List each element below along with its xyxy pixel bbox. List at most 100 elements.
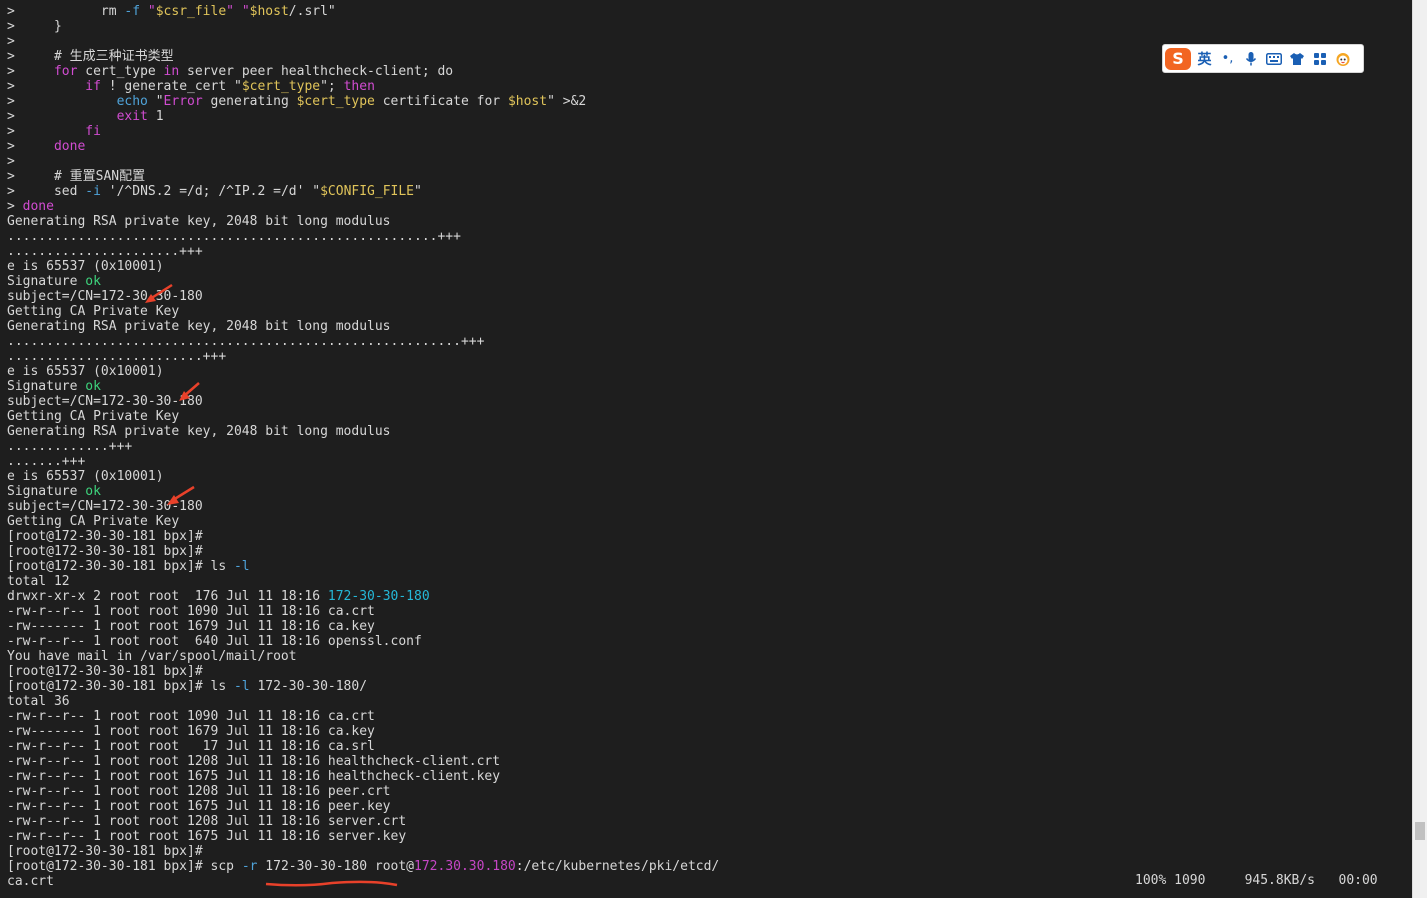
terminal-text: > bbox=[7, 124, 86, 139]
terminal-line: Generating RSA private key, 2048 bit lon… bbox=[7, 424, 719, 439]
terminal-line: total 36 bbox=[7, 694, 719, 709]
terminal-line: e is 65537 (0x10001) bbox=[7, 364, 719, 379]
terminal-text: fi bbox=[85, 124, 101, 139]
terminal-text: -rw-r--r-- 1 root root 1090 Jul 11 18:16… bbox=[7, 604, 375, 619]
terminal-text: " >&2 bbox=[547, 94, 587, 109]
terminal-text: -rw-r--r-- 1 root root 640 Jul 11 18:16 … bbox=[7, 634, 422, 649]
terminal-text: e is 65537 (0x10001) bbox=[7, 364, 164, 379]
terminal-text: -l bbox=[233, 559, 250, 574]
terminal-text: certificate for bbox=[374, 94, 508, 109]
terminal-text: server peer healthcheck-client; do bbox=[179, 64, 454, 79]
terminal-text: > bbox=[7, 64, 54, 79]
terminal-text: subject=/CN=172-30-30-180 bbox=[7, 394, 203, 409]
terminal-line: -rw-r--r-- 1 root root 1208 Jul 11 18:16… bbox=[7, 814, 719, 829]
terminal-line: Getting CA Private Key bbox=[7, 409, 719, 424]
terminal-text: > bbox=[7, 154, 15, 169]
terminal-text: Generating RSA private key, 2048 bit lon… bbox=[7, 424, 391, 439]
terminal-window[interactable]: > rm -f "$csr_file" "$host/.srl" > } > > # … bbox=[0, 0, 1413, 898]
terminal-text: > sed bbox=[7, 184, 86, 199]
terminal-line: [root@172-30-30-181 bpx]# bbox=[7, 544, 719, 559]
ime-toolbar[interactable]: S 英 •, bbox=[1162, 44, 1364, 73]
terminal-text: ok bbox=[85, 274, 101, 289]
terminal-line: Getting CA Private Key bbox=[7, 304, 719, 319]
terminal-text: Generating RSA private key, 2048 bit lon… bbox=[7, 214, 391, 229]
terminal-line: -rw-r--r-- 1 root root 1208 Jul 11 18:16… bbox=[7, 784, 719, 799]
terminal-text: total 12 bbox=[7, 574, 70, 589]
terminal-text: -rw-r--r-- 1 root root 1675 Jul 11 18:16… bbox=[7, 799, 391, 814]
terminal-text: > bbox=[7, 139, 54, 154]
terminal-text: [root@172-30-30-181 bpx]# ls bbox=[7, 679, 234, 694]
terminal-line: -rw-r--r-- 1 root root 1090 Jul 11 18:16… bbox=[7, 604, 719, 619]
terminal-text: ca.crt bbox=[7, 874, 54, 889]
mascot-icon[interactable] bbox=[1331, 45, 1354, 72]
vertical-scrollbar[interactable] bbox=[1412, 0, 1427, 898]
terminal-text: " bbox=[147, 94, 164, 109]
terminal-line: total 12 bbox=[7, 574, 719, 589]
terminal-text: -rw-r--r-- 1 root root 1208 Jul 11 18:16… bbox=[7, 754, 501, 769]
terminal-text: $CONFIG_FILE bbox=[320, 184, 415, 199]
sogou-logo-icon[interactable]: S bbox=[1163, 45, 1193, 72]
terminal-text: -rw-r--r-- 1 root root 1675 Jul 11 18:16… bbox=[7, 829, 407, 844]
mic-icon[interactable] bbox=[1239, 45, 1262, 72]
terminal-text: [root@172-30-30-181 bpx]# bbox=[7, 529, 203, 544]
terminal-text: /.srl" bbox=[288, 4, 336, 19]
terminal-text: 172-30-30-180 bbox=[327, 589, 430, 604]
terminal-line: subject=/CN=172-30-30-180 bbox=[7, 394, 719, 409]
terminal-text: " bbox=[414, 184, 422, 199]
terminal-line: -rw-r--r-- 1 root root 1208 Jul 11 18:16… bbox=[7, 754, 719, 769]
terminal-text: -f bbox=[124, 4, 141, 19]
terminal-text: 172.30.30.180 bbox=[414, 859, 516, 874]
terminal-line: -rw-r--r-- 1 root root 1675 Jul 11 18:16… bbox=[7, 829, 719, 844]
terminal-line: > bbox=[7, 34, 719, 49]
terminal-line: > rm -f "$csr_file" "$host/.srl" bbox=[7, 4, 719, 19]
terminal-text: -rw------- 1 root root 1679 Jul 11 18:16… bbox=[7, 724, 375, 739]
terminal-text: [root@172-30-30-181 bpx]# ls bbox=[7, 559, 234, 574]
terminal-line: .............+++ bbox=[7, 439, 719, 454]
terminal-text: done bbox=[22, 199, 54, 214]
terminal-line: ........................................… bbox=[7, 334, 719, 349]
terminal-line: .........................+++ bbox=[7, 349, 719, 364]
terminal-line: subject=/CN=172-30-30-180 bbox=[7, 499, 719, 514]
terminal-text: > bbox=[7, 79, 86, 94]
terminal-line: subject=/CN=172-30-30-180 bbox=[7, 289, 719, 304]
scrollbar-thumb[interactable] bbox=[1415, 822, 1425, 840]
terminal-text: then bbox=[343, 79, 375, 94]
terminal-line: > bbox=[7, 154, 719, 169]
terminal-line: -rw-r--r-- 1 root root 1675 Jul 11 18:16… bbox=[7, 799, 719, 814]
terminal-line: -rw-r--r-- 1 root root 17 Jul 11 18:16 c… bbox=[7, 739, 719, 754]
annotation-arrow-2 bbox=[179, 382, 200, 401]
terminal-text: :/etc/kubernetes/pki/etcd/ bbox=[515, 859, 720, 874]
terminal-text: Signature bbox=[7, 379, 86, 394]
terminal-text: "; bbox=[320, 79, 344, 94]
terminal-text: $host bbox=[507, 94, 548, 109]
terminal-text: 172-30-30-180 root@ bbox=[257, 859, 415, 874]
terminal-text: exit bbox=[116, 109, 148, 124]
toolbox-icon[interactable] bbox=[1308, 45, 1331, 72]
terminal-text: generating bbox=[202, 94, 297, 109]
terminal-text: $cert_type bbox=[241, 79, 321, 94]
terminal-text: [root@172-30-30-181 bpx]# scp bbox=[7, 859, 242, 874]
terminal-text: ok bbox=[85, 379, 101, 394]
terminal-line: Signature ok bbox=[7, 274, 719, 289]
terminal-text: $csr_file bbox=[155, 4, 227, 19]
terminal-text: [root@172-30-30-181 bpx]# bbox=[7, 844, 203, 859]
ime-punct-toggle[interactable]: •, bbox=[1216, 45, 1239, 72]
terminal-text: Getting CA Private Key bbox=[7, 304, 180, 319]
scp-progress: 100% 1090 945.8KB/s 00:00 bbox=[1135, 873, 1378, 888]
terminal-line: -rw------- 1 root root 1679 Jul 11 18:16… bbox=[7, 724, 719, 739]
terminal-text: -rw-r--r-- 1 root root 17 Jul 11 18:16 c… bbox=[7, 739, 375, 754]
terminal-text: ........................................… bbox=[7, 229, 461, 244]
terminal-text: > } bbox=[7, 19, 62, 34]
terminal-line: ........................................… bbox=[7, 229, 719, 244]
annotation-underline bbox=[265, 880, 398, 887]
terminal-text: Error bbox=[163, 94, 203, 109]
terminal-line: -rw------- 1 root root 1679 Jul 11 18:16… bbox=[7, 619, 719, 634]
skin-icon[interactable] bbox=[1285, 45, 1308, 72]
terminal-text: 1 bbox=[147, 109, 164, 124]
keyboard-icon[interactable] bbox=[1262, 45, 1285, 72]
terminal-line: [root@172-30-30-181 bpx]# scp -r 172-30-… bbox=[7, 859, 719, 874]
terminal-line: > echo "Error generating $cert_type cert… bbox=[7, 94, 719, 109]
terminal-text: -rw-r--r-- 1 root root 1090 Jul 11 18:16… bbox=[7, 709, 375, 724]
terminal-text: [root@172-30-30-181 bpx]# bbox=[7, 664, 203, 679]
ime-lang-toggle[interactable]: 英 bbox=[1193, 45, 1216, 72]
